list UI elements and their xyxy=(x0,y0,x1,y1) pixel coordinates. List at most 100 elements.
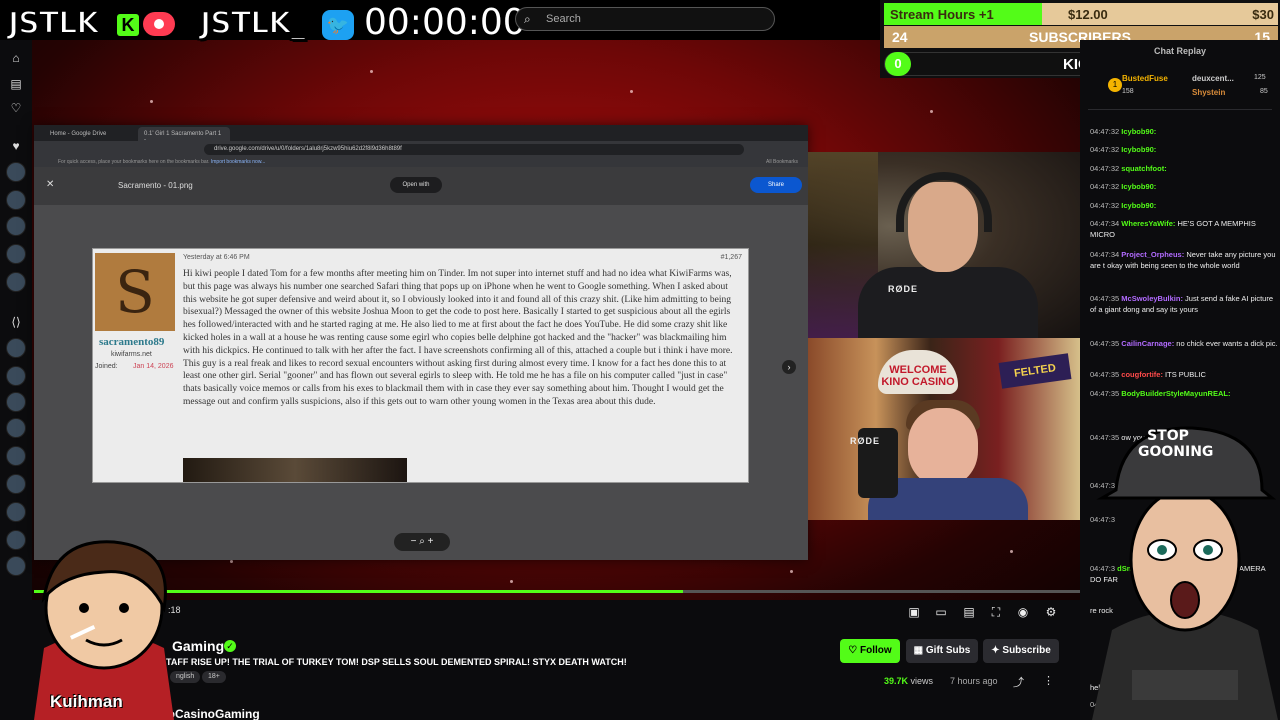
stream-page: JSTLK K JSTLK_ 🐦 00:00:00 ⌕ Search Strea… xyxy=(0,0,1280,720)
post-date: Yesterday at 6:46 PM xyxy=(183,254,250,261)
chat-message: 04:47:34 Project_Orpheus: Never take any… xyxy=(1090,250,1278,271)
chat-username[interactable]: Icybob90: xyxy=(1121,201,1156,210)
seek-bar[interactable] xyxy=(34,590,1080,593)
leader-3-count: 85 xyxy=(1260,88,1268,95)
search-input[interactable]: ⌕ Search xyxy=(515,7,775,31)
browser-tab[interactable]: Home - Google Drive xyxy=(44,127,136,141)
mic-brand: RØDE xyxy=(888,284,919,294)
age-tag[interactable]: 18+ xyxy=(202,671,226,683)
follow-label: Follow xyxy=(860,645,892,656)
chat-timestamp: 04:47:35 xyxy=(1090,294,1122,303)
file-name: Sacramento - 01.png xyxy=(118,181,193,190)
stream-hours-goal: Stream Hours +1 $12.00 $30 xyxy=(884,3,1278,25)
search-icon: ⌕ xyxy=(524,12,531,26)
leader-2-name[interactable]: deuxcent... xyxy=(1192,74,1234,83)
close-icon[interactable]: ✕ xyxy=(46,179,54,190)
kicks-current: 0 xyxy=(885,52,911,76)
chat-username[interactable]: Project_Orpheus: xyxy=(1121,250,1186,259)
recommended-channel-avatar[interactable] xyxy=(6,446,26,466)
chat-timestamp: 04:47:32 xyxy=(1090,201,1122,210)
zoom-controls[interactable]: − ⌕ + xyxy=(394,533,450,551)
next-arrow-icon[interactable]: › xyxy=(782,360,796,374)
chat-message: 04:47:32 Icybob90: xyxy=(1090,201,1278,212)
chat-message: 04:47:34 WheresYaWife: HE'S GOT A MEMPHI… xyxy=(1090,219,1278,240)
followed-channel-avatar[interactable] xyxy=(6,244,26,264)
mic-brand: RØDE xyxy=(850,436,881,446)
import-bookmarks-link[interactable]: Import bookmarks now... xyxy=(211,159,265,165)
recommended-channel-avatar[interactable] xyxy=(6,418,26,438)
bookmark-hint: For quick access, place your bookmarks h… xyxy=(58,159,210,165)
chat-username[interactable]: McSwoleyBulkin: xyxy=(1121,294,1185,303)
fullscreen-icon[interactable]: ⛶ xyxy=(988,604,1004,620)
home-icon[interactable]: ⌂ xyxy=(8,50,24,66)
chat-timestamp: 04:47:35 xyxy=(1090,389,1122,398)
headphones-icon xyxy=(896,172,992,232)
chat-timestamp: 04:47:35 xyxy=(1090,370,1122,379)
recommended-channel-avatar[interactable] xyxy=(6,556,26,576)
recommended-channel-avatar[interactable] xyxy=(6,502,26,522)
forum-post-image: S sacramento89 kiwifarms.net Joined: Jan… xyxy=(92,248,749,483)
recommended-channel-avatar[interactable] xyxy=(6,474,26,494)
recommended-icon[interactable]: ⟨⟩ xyxy=(8,314,24,330)
share-icon[interactable]: ⤴ xyxy=(1013,674,1024,690)
post-number: #1,267 xyxy=(720,254,742,261)
more-options-icon[interactable]: ⋮ xyxy=(1043,674,1054,687)
gift-leaderboard: 1 BustedFuse 158 deuxcent... 125 Shystei… xyxy=(1088,72,1272,110)
view-count: 39.7K views xyxy=(884,676,933,686)
share-button[interactable]: Share xyxy=(750,177,802,193)
recommended-channel-avatar[interactable] xyxy=(6,338,26,358)
browser-tab-active[interactable]: 0.1' Girl 1 Sacramento Part 1 - xyxy=(138,127,230,143)
miniplayer-icon[interactable]: ▣ xyxy=(906,604,922,620)
chat-username[interactable]: Icybob90: xyxy=(1121,127,1156,136)
open-with-button[interactable]: Open with xyxy=(390,177,442,193)
followed-channel-avatar[interactable] xyxy=(6,190,26,210)
gift-subs-button[interactable]: ▦ Gift Subs xyxy=(906,639,978,663)
host-shirt xyxy=(858,267,1038,338)
verified-check-icon: ✓ xyxy=(224,640,236,652)
followed-channel-avatar[interactable] xyxy=(6,162,26,182)
chat-message: 04:47:35 CailinCarnage: no chick ever wa… xyxy=(1090,339,1278,350)
address-bar[interactable]: drive.google.com/drive/u/0/folders/1alu8… xyxy=(204,144,744,155)
top-overlay: JSTLK K JSTLK_ 🐦 00:00:00 ⌕ Search xyxy=(0,0,880,43)
rank-1-icon: 1 xyxy=(1108,78,1122,92)
clip-icon[interactable]: ▤ xyxy=(961,604,977,620)
follow-button[interactable]: ♡ Follow xyxy=(840,639,900,663)
guest-head xyxy=(908,408,978,486)
chat-message: 04:47:35 McSwoleyBulkin: Just send a fak… xyxy=(1090,294,1278,315)
subscribe-button[interactable]: ✦ Subscribe xyxy=(983,639,1059,663)
leader-3-name[interactable]: Shystein xyxy=(1192,88,1225,97)
theater-mode-icon[interactable]: ▭ xyxy=(933,604,949,620)
followed-channel-avatar[interactable] xyxy=(6,216,26,236)
quality-icon[interactable]: ◉ xyxy=(1015,604,1031,620)
post-body: Hi kiwi people I dated Tom for a few mon… xyxy=(183,268,739,409)
chat-username[interactable]: WheresYaWife: xyxy=(1121,219,1177,228)
following-heart-icon[interactable]: ♡ xyxy=(8,100,24,116)
chat-username[interactable]: BodyBuilderStyleMayunREAL: xyxy=(1121,389,1230,398)
chat-username[interactable]: Icybob90: xyxy=(1121,145,1156,154)
chat-username[interactable]: squatchfoot: xyxy=(1121,164,1166,173)
joined-label: Joined: xyxy=(95,363,118,370)
chat-username[interactable]: Icybob90: xyxy=(1121,182,1156,191)
chat-message: 04:47:35 cougfortife: ITS PUBLIC xyxy=(1090,370,1278,381)
search-placeholder: Search xyxy=(546,13,581,25)
favorites-heart-icon[interactable]: ♥ xyxy=(8,138,24,154)
welcome-sign: WELCOME KINO CASINO xyxy=(878,350,958,394)
chat-timestamp: 04:47:32 xyxy=(1090,127,1122,136)
recommended-channel-avatar[interactable] xyxy=(6,530,26,550)
leader-1-name[interactable]: BustedFuse xyxy=(1122,74,1168,83)
chat-username[interactable]: CailinCarnage: xyxy=(1121,339,1176,348)
followed-channel-avatar[interactable] xyxy=(6,272,26,292)
browse-icon[interactable]: ▤ xyxy=(8,76,24,92)
recommended-channel-avatar[interactable] xyxy=(6,392,26,412)
settings-gear-icon[interactable]: ⚙ xyxy=(1043,604,1059,620)
all-bookmarks[interactable]: All Bookmarks xyxy=(766,159,798,165)
chat-timestamp: 04:47:34 xyxy=(1090,219,1122,228)
bookmarks-bar: For quick access, place your bookmarks h… xyxy=(34,157,808,167)
chat-username[interactable]: cougfortife: xyxy=(1121,370,1165,379)
chat-timestamp: 04:47:34 xyxy=(1090,250,1122,259)
gift-subs-label: Gift Subs xyxy=(925,645,971,656)
subs-current: 24 xyxy=(892,29,908,45)
chat-timestamp: 04:47:32 xyxy=(1090,145,1122,154)
stream-hours-label: Stream Hours +1 xyxy=(890,7,994,22)
recommended-channel-avatar[interactable] xyxy=(6,366,26,386)
